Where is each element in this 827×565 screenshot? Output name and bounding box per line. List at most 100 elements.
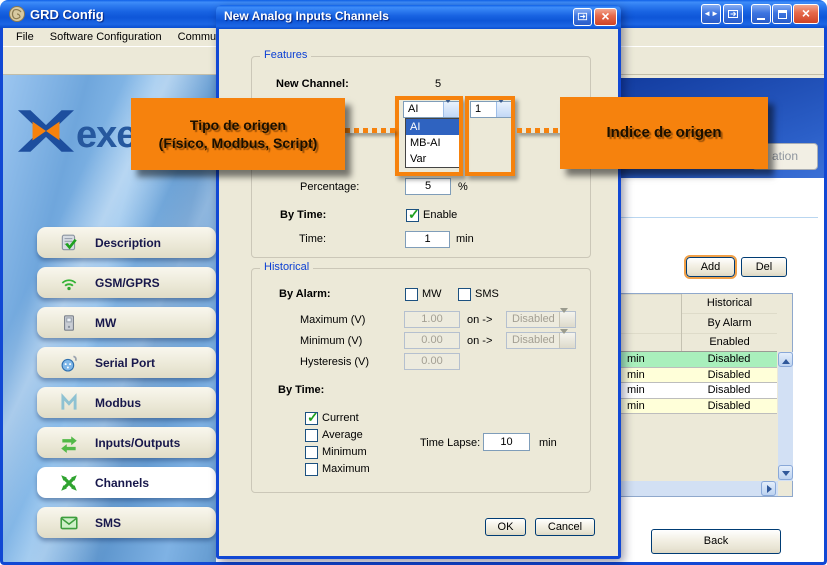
- maximum-on-label: on ->: [467, 314, 492, 326]
- minimum-select[interactable]: Disabled: [506, 332, 576, 349]
- percentage-input[interactable]: 5: [405, 178, 451, 195]
- maximum-select[interactable]: Disabled: [506, 311, 576, 328]
- inputs-outputs-icon: [59, 433, 79, 453]
- grid-column-divider: [681, 294, 682, 352]
- minimum-checkbox[interactable]: ✓: [305, 446, 318, 459]
- scroll-up-button[interactable]: [778, 352, 793, 367]
- maximize-icon: [778, 10, 787, 19]
- screen: GRD Config ◄► × File Software Configurat…: [0, 0, 827, 565]
- time-input[interactable]: 1: [405, 231, 450, 248]
- close-button[interactable]: ×: [793, 4, 819, 24]
- exemys-logo-icon: [18, 110, 74, 152]
- menu-software-configuration[interactable]: Software Configuration: [42, 29, 170, 45]
- check-icon: ✓: [307, 409, 319, 426]
- sidebar-item-serial-port[interactable]: Serial Port: [37, 347, 216, 378]
- app-shell-icon: [8, 5, 26, 23]
- dialog-detach-button[interactable]: [573, 8, 592, 26]
- vertical-scrollbar[interactable]: [778, 352, 793, 481]
- scroll-down-button[interactable]: [778, 465, 793, 480]
- sidebar-item-sms[interactable]: SMS: [37, 507, 216, 538]
- average-label: Average: [322, 429, 363, 441]
- minimize-button[interactable]: [751, 4, 771, 24]
- check-icon: ✓: [408, 206, 420, 223]
- time-lapse-input[interactable]: 10: [483, 433, 530, 451]
- grid-header-by-alarm: By Alarm: [682, 313, 777, 334]
- logo-text: exe: [76, 114, 136, 157]
- minimum-on-label: on ->: [467, 335, 492, 347]
- sidebar-item-label: Serial Port: [95, 356, 155, 370]
- ok-button[interactable]: OK: [485, 518, 526, 536]
- sidebar-item-gsm-gprs[interactable]: GSM/GPRS: [37, 267, 216, 298]
- minimum-select-value: Disabled: [512, 334, 555, 346]
- detach-window-icon: [577, 11, 588, 22]
- back-button[interactable]: Back: [651, 529, 781, 554]
- sidebar-item-channels[interactable]: Channels: [37, 467, 216, 498]
- sidebar-item-modbus[interactable]: Modbus: [37, 387, 216, 418]
- features-legend: Features: [260, 49, 311, 61]
- historical-by-time-label: By Time:: [278, 384, 324, 396]
- description-icon: [59, 233, 79, 253]
- sidebar-item-inputs-outputs[interactable]: Inputs/Outputs: [37, 427, 216, 458]
- dialog-close-button[interactable]: ×: [594, 8, 617, 26]
- enable-checkbox[interactable]: ✓: [406, 209, 419, 222]
- hysteresis-label: Hysteresis (V): [300, 356, 369, 368]
- sidebar-item-description[interactable]: Description: [37, 227, 216, 258]
- add-button[interactable]: Add: [686, 257, 735, 277]
- window-title: GRD Config: [30, 7, 104, 22]
- cancel-button[interactable]: Cancel: [535, 518, 595, 536]
- sidebar-item-mw[interactable]: MW: [37, 307, 216, 338]
- modbus-icon: [59, 393, 79, 413]
- dialog-new-analog-inputs-channels: New Analog Inputs Channels × Features Ne…: [216, 5, 621, 559]
- annotation-rect-source-index: [465, 96, 515, 176]
- channels-icon: [59, 473, 79, 493]
- detach-window-button[interactable]: [723, 4, 743, 24]
- new-channel-value: 5: [435, 78, 441, 90]
- sms-envelope-icon: [59, 513, 79, 533]
- by-alarm-label: By Alarm:: [279, 288, 331, 300]
- average-checkbox[interactable]: ✓: [305, 429, 318, 442]
- sms-checkbox[interactable]: ✓: [458, 288, 471, 301]
- row-historical: Disabled: [681, 352, 777, 367]
- maximize-button[interactable]: [772, 4, 792, 24]
- maximum-input[interactable]: 1.00: [404, 311, 460, 328]
- annotation-dotted-line-right: [517, 128, 560, 133]
- maximum-label: Maximum (V): [300, 314, 365, 326]
- callout-text-line2: (Físico, Modbus, Script): [159, 134, 318, 152]
- maximum-select-value: Disabled: [512, 313, 555, 325]
- sidebar-item-label: Inputs/Outputs: [95, 436, 180, 450]
- current-label: Current: [322, 412, 359, 424]
- minimum-input[interactable]: 0.00: [404, 332, 460, 349]
- serial-port-icon: [59, 353, 79, 373]
- hysteresis-input[interactable]: 0.00: [404, 353, 460, 370]
- maximum-checkbox-label: Maximum: [322, 463, 370, 475]
- detach-window-icon: [727, 8, 739, 20]
- minimum-label: Minimum (V): [300, 335, 362, 347]
- maximum-checkbox[interactable]: ✓: [305, 463, 318, 476]
- callout-text-line1: Tipo de origen: [190, 116, 286, 134]
- dialog-title: New Analog Inputs Channels: [224, 9, 389, 23]
- split-view-button[interactable]: ◄►: [701, 4, 721, 24]
- current-checkbox[interactable]: ✓: [305, 412, 318, 425]
- row-historical: Disabled: [681, 399, 777, 413]
- time-lapse-label: Time Lapse:: [420, 437, 480, 449]
- annotation-dotted-line-left: [345, 128, 395, 133]
- minimum-checkbox-label: Minimum: [322, 446, 367, 458]
- percentage-label: Percentage:: [300, 181, 359, 193]
- historical-legend: Historical: [260, 261, 313, 273]
- combo-arrow-button: [559, 312, 575, 327]
- minimize-icon: [757, 18, 765, 20]
- combo-arrow-button: [559, 333, 575, 348]
- sidebar-item-label: SMS: [95, 516, 121, 530]
- scroll-right-button[interactable]: [761, 481, 776, 496]
- time-lapse-unit: min: [539, 437, 557, 449]
- row-historical: Disabled: [681, 368, 777, 382]
- time-label: Time:: [299, 233, 326, 245]
- mw-label: MW: [422, 288, 442, 300]
- sms-label: SMS: [475, 288, 499, 300]
- mw-checkbox[interactable]: ✓: [405, 288, 418, 301]
- sidebar-item-label: Description: [95, 236, 161, 250]
- del-button[interactable]: Del: [741, 257, 787, 277]
- chevron-right-icon: [767, 485, 776, 493]
- annotation-rect-source-type: [395, 96, 463, 176]
- menu-file[interactable]: File: [8, 29, 42, 45]
